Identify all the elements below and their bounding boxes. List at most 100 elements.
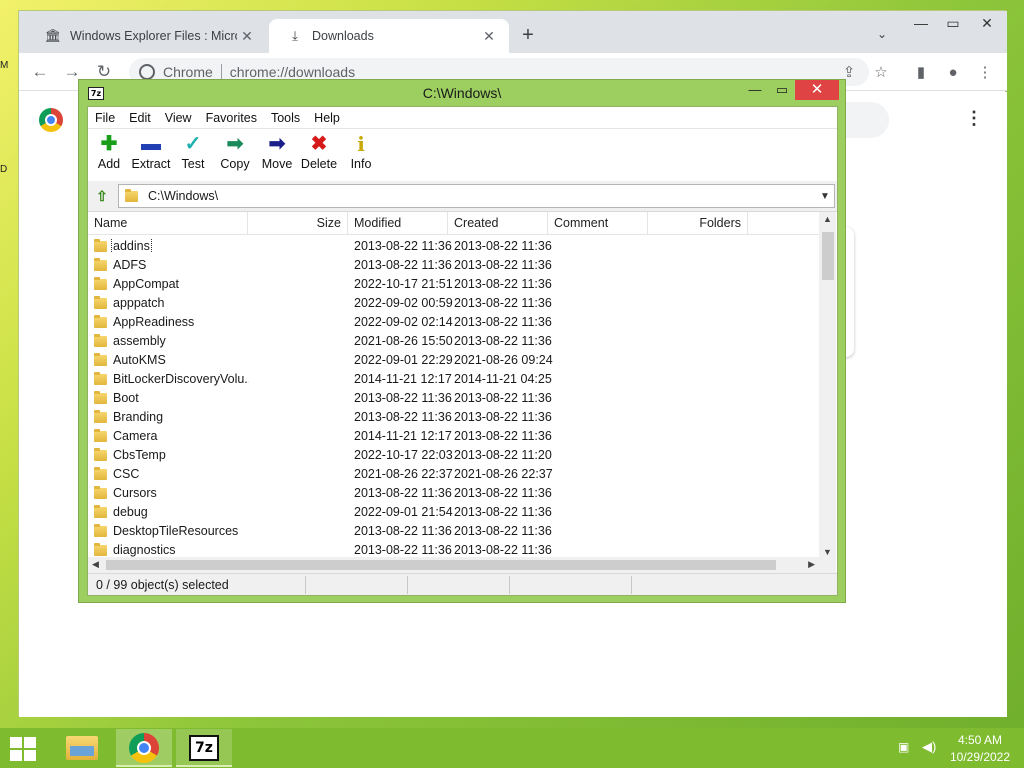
- file-row[interactable]: ADFS 2013-08-22 11:36 2013-08-22 11:36: [88, 255, 819, 274]
- back-button[interactable]: ←: [29, 61, 51, 83]
- file-row[interactable]: DesktopTileResources 2013-08-22 11:36 2013…: [88, 521, 819, 540]
- scroll-left-icon[interactable]: ◀: [92, 559, 99, 570]
- file-name: CSC: [113, 467, 140, 481]
- chrome-menu-icon[interactable]: ⋮: [975, 63, 995, 83]
- created-date: 2013-08-22 11:36: [454, 505, 552, 519]
- taskbar-file-explorer[interactable]: [54, 729, 110, 767]
- maximize-button[interactable]: ▭: [937, 13, 969, 35]
- file-row[interactable]: Cursors 2013-08-22 11:36 2013-08-22 11:36: [88, 483, 819, 502]
- file-name-cell: BitLockerDiscoveryVolu...: [94, 372, 249, 386]
- file-row[interactable]: Branding 2013-08-22 11:36 2013-08-22 11:36: [88, 407, 819, 426]
- menu-help[interactable]: Help: [307, 111, 347, 125]
- folder-icon: [94, 429, 107, 442]
- file-row[interactable]: Boot 2013-08-22 11:36 2013-08-22 11:36: [88, 388, 819, 407]
- minimize-button[interactable]: —: [743, 80, 767, 100]
- created-date: 2013-08-22 11:20: [454, 448, 552, 462]
- file-row[interactable]: Camera 2014-11-21 12:17 2013-08-22 11:36: [88, 426, 819, 445]
- file-row[interactable]: CSC 2021-08-26 22:37 2021-08-26 22:37: [88, 464, 819, 483]
- file-name-cell: diagnostics: [94, 543, 249, 557]
- add-button[interactable]: ✚ Add: [88, 129, 130, 181]
- menu-tools[interactable]: Tools: [264, 111, 307, 125]
- close-tab-icon[interactable]: ✕: [479, 28, 499, 45]
- clock-time[interactable]: 4:50 AM: [948, 733, 1012, 747]
- modified-date: 2013-08-22 11:36: [354, 410, 452, 424]
- maximize-button[interactable]: ▭: [769, 80, 795, 100]
- profile-icon[interactable]: ●: [943, 63, 963, 83]
- file-row[interactable]: CbsTemp 2022-10-17 22:03 2013-08-22 11:20: [88, 445, 819, 464]
- close-button[interactable]: ✕: [795, 80, 839, 100]
- tab-windows-explorer-files[interactable]: 🏛 Windows Explorer Files : Microso ✕: [27, 19, 267, 53]
- 7zip-app-icon[interactable]: 7z: [88, 87, 104, 100]
- scroll-right-icon[interactable]: ▶: [808, 559, 815, 570]
- bookmark-star-icon[interactable]: ☆: [871, 63, 891, 83]
- file-row[interactable]: apppatch 2022-09-02 00:59 2013-08-22 11:36: [88, 293, 819, 312]
- modified-date: 2013-08-22 11:36: [354, 239, 452, 253]
- title-bar[interactable]: C:\Windows\ 7z — ▭ ✕: [79, 80, 845, 106]
- chrome-site-icon: [139, 64, 155, 80]
- file-row[interactable]: AppReadiness 2022-09-02 02:14 2013-08-22 1…: [88, 312, 819, 331]
- file-row[interactable]: debug 2022-09-01 21:54 2013-08-22 11:36: [88, 502, 819, 521]
- scrollbar-thumb[interactable]: [106, 560, 776, 570]
- tab-search-icon[interactable]: ⌄: [877, 27, 887, 41]
- network-icon[interactable]: ▣: [898, 740, 909, 754]
- up-folder-icon[interactable]: ⇧: [92, 186, 112, 206]
- column-header-name[interactable]: Name: [88, 212, 248, 235]
- column-header-created[interactable]: Created: [448, 212, 548, 235]
- move-button[interactable]: ➡ Move: [256, 129, 298, 181]
- modified-date: 2021-08-26 22:37: [354, 467, 453, 481]
- tab-downloads[interactable]: ⤓ Downloads ✕: [269, 19, 509, 53]
- file-row[interactable]: assembly 2021-08-26 15:50 2013-08-22 11:36: [88, 331, 819, 350]
- file-name: ADFS: [113, 258, 147, 272]
- extract-button[interactable]: ▬ Extract: [130, 129, 172, 181]
- volume-icon[interactable]: ◀): [922, 739, 936, 755]
- menu-edit[interactable]: Edit: [122, 111, 158, 125]
- created-date: 2014-11-21 04:25: [454, 372, 552, 386]
- path-combobox[interactable]: C:\Windows\ ▼: [118, 184, 835, 208]
- minimize-button[interactable]: —: [905, 13, 937, 35]
- file-row[interactable]: AppCompat 2022-10-17 21:51 2013-08-22 11:3…: [88, 274, 819, 293]
- folder-icon: [94, 315, 107, 328]
- column-header-size[interactable]: Size: [248, 212, 348, 235]
- modified-date: 2022-09-02 02:14: [354, 315, 453, 329]
- file-row[interactable]: AutoKMS 2022-09-01 22:29 2021-08-26 09:24: [88, 350, 819, 369]
- test-button[interactable]: ✓ Test: [172, 129, 214, 181]
- modified-date: 2013-08-22 11:36: [354, 543, 452, 557]
- scroll-up-icon[interactable]: ▲: [819, 214, 836, 224]
- downloads-menu-icon[interactable]: ⋮: [965, 108, 983, 129]
- clock-date[interactable]: 10/29/2022: [948, 750, 1012, 764]
- file-row[interactable]: diagnostics 2013-08-22 11:36 2013-08-22 11…: [88, 540, 819, 557]
- copy-button[interactable]: ➡ Copy: [214, 129, 256, 181]
- column-header-comment[interactable]: Comment: [548, 212, 648, 235]
- taskbar: 7z ▣ ◀) 4:50 AM 10/29/2022: [0, 728, 1024, 768]
- scroll-down-icon[interactable]: ▼: [819, 547, 836, 557]
- new-tab-button[interactable]: +: [517, 25, 539, 47]
- chevron-down-icon[interactable]: ▼: [816, 191, 834, 202]
- taskbar-7zip[interactable]: 7z: [176, 729, 232, 767]
- side-panel-icon[interactable]: ▮: [911, 63, 931, 83]
- scrollbar-thumb[interactable]: [822, 232, 834, 280]
- status-cell: [512, 576, 632, 594]
- menu-favorites[interactable]: Favorites: [199, 111, 264, 125]
- menu-view[interactable]: View: [158, 111, 199, 125]
- horizontal-scrollbar[interactable]: ◀ ▶: [88, 557, 819, 573]
- delete-button[interactable]: ✖ Delete: [298, 129, 340, 181]
- file-name: CbsTemp: [113, 448, 166, 462]
- close-window-button[interactable]: ✕: [971, 13, 1003, 35]
- file-row[interactable]: BitLockerDiscoveryVolu... 2014-11-21 12:1…: [88, 369, 819, 388]
- column-header-folders[interactable]: Folders: [648, 212, 748, 235]
- menu-file[interactable]: File: [88, 111, 122, 125]
- start-button[interactable]: [10, 737, 38, 761]
- info-button[interactable]: i Info: [340, 129, 382, 181]
- file-name: debug: [113, 505, 148, 519]
- folder-icon: [94, 486, 107, 499]
- taskbar-chrome[interactable]: [116, 729, 172, 767]
- menu-bar: File Edit View Favorites Tools Help: [88, 107, 837, 129]
- vertical-scrollbar[interactable]: ▲ ▼: [819, 212, 836, 557]
- file-row[interactable]: addins 2013-08-22 11:36 2013-08-22 11:36: [88, 236, 819, 255]
- close-tab-icon[interactable]: ✕: [237, 28, 257, 45]
- file-name-cell: AppCompat: [94, 277, 249, 291]
- file-name-cell: ADFS: [94, 258, 249, 272]
- extract-label: Extract: [131, 157, 171, 171]
- column-header-modified[interactable]: Modified: [348, 212, 448, 235]
- modified-date: 2022-09-01 22:29: [354, 353, 453, 367]
